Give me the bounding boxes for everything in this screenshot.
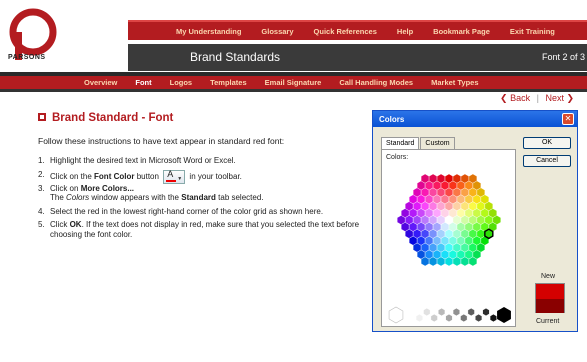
page-navigation: ❮ Back | Next ❯ xyxy=(500,93,574,104)
gray-swatch-hex[interactable] xyxy=(408,307,416,317)
top-nav: My Understanding Glossary Quick Referenc… xyxy=(128,20,587,40)
section-nav: Overview Font Logos Templates Email Sign… xyxy=(0,76,587,89)
intro-text: Follow these instructions to have text a… xyxy=(38,136,285,146)
chevron-right-icon: ❯ xyxy=(566,93,575,103)
topnav-help[interactable]: Help xyxy=(397,27,413,36)
gray-swatch-hex[interactable] xyxy=(415,313,423,323)
new-label: New xyxy=(541,273,556,280)
subnav-overview[interactable]: Overview xyxy=(84,78,117,87)
current-label: Current xyxy=(536,318,560,325)
gray-swatch-hex[interactable] xyxy=(430,313,438,323)
heading-text: Brand Standard - Font xyxy=(52,112,174,124)
colors-dialog: Colors ✕ Standard Custom Colors: OK Canc… xyxy=(372,110,578,332)
next-label: Next xyxy=(545,93,564,103)
black-swatch-hex[interactable] xyxy=(497,307,511,323)
page-counter: Font 2 of 3 xyxy=(541,52,585,62)
subnav-email-signature[interactable]: Email Signature xyxy=(265,78,322,87)
new-color-swatch xyxy=(536,284,564,299)
bullet-square-icon xyxy=(38,113,46,121)
topnav-exit-training[interactable]: Exit Training xyxy=(510,27,555,36)
font-color-icon: ▼ xyxy=(163,169,186,184)
gray-swatch-hex[interactable] xyxy=(489,313,497,323)
back-label: Back xyxy=(510,93,531,103)
app-window: PARSONS My Understanding Glossary Quick … xyxy=(0,0,587,362)
chevron-left-icon: ❮ xyxy=(500,93,508,103)
subnav-font[interactable]: Font xyxy=(135,78,151,87)
topnav-bookmark-page[interactable]: Bookmark Page xyxy=(433,27,490,36)
gray-swatch-hex[interactable] xyxy=(460,313,468,323)
standard-panel: Colors: xyxy=(381,149,516,327)
gray-swatch-hex[interactable] xyxy=(475,313,483,323)
subnav-call-handling-modes[interactable]: Call Handling Modes xyxy=(339,78,413,87)
back-button[interactable]: ❮ Back xyxy=(500,93,533,103)
page-title: Brand Standards xyxy=(190,50,281,64)
gray-swatch-hex[interactable] xyxy=(423,307,431,317)
logo-text: PARSONS xyxy=(8,54,46,61)
subnav-market-types[interactable]: Market Types xyxy=(431,78,478,87)
close-icon[interactable]: ✕ xyxy=(562,113,574,125)
topnav-quick-references[interactable]: Quick References xyxy=(314,27,377,36)
subnav-logos[interactable]: Logos xyxy=(170,78,193,87)
list-item: 1. Highlight the desired text in Microso… xyxy=(38,156,236,165)
list-item: 5. Click OK. If the text does not displa… xyxy=(38,220,360,239)
gray-swatch-hex[interactable] xyxy=(445,313,453,323)
color-swatch-hex[interactable] xyxy=(492,215,501,225)
ok-button[interactable]: OK xyxy=(523,137,571,149)
dialog-title: Colors xyxy=(379,115,405,124)
list-item: 4. Select the red in the lowest right-ha… xyxy=(38,206,324,216)
current-color-swatch xyxy=(536,299,564,313)
subnav-templates[interactable]: Templates xyxy=(210,78,247,87)
color-hexagon-grid[interactable] xyxy=(382,150,517,328)
gray-swatch-hex[interactable] xyxy=(438,307,446,317)
section-heading: Brand Standard - Font xyxy=(38,112,173,124)
dialog-tabs: Standard Custom xyxy=(381,137,456,149)
instruction-list: 1. Highlight the desired text in Microso… xyxy=(38,156,368,244)
gray-swatch-hex[interactable] xyxy=(482,307,490,317)
list-item: 3. Click on More Colors... The Colors wi… xyxy=(38,183,264,203)
nav-separator: | xyxy=(536,93,539,103)
cancel-button[interactable]: Cancel xyxy=(523,155,571,167)
title-bar: Brand Standards Font 2 of 3 xyxy=(128,44,587,71)
topnav-my-understanding[interactable]: My Understanding xyxy=(176,27,241,36)
tab-standard[interactable]: Standard xyxy=(381,137,420,149)
color-preview-swatch xyxy=(535,283,565,313)
next-button[interactable]: Next ❯ xyxy=(545,93,574,103)
list-item: 2. Click on the Font Color button ▼ in y… xyxy=(38,169,368,184)
tab-custom[interactable]: Custom xyxy=(420,137,455,149)
dialog-title-bar: Colors ✕ xyxy=(373,111,577,127)
gray-swatch-hex[interactable] xyxy=(452,307,460,317)
subnav-border xyxy=(0,89,587,92)
white-swatch-hex[interactable] xyxy=(388,306,404,324)
gray-swatch-hex[interactable] xyxy=(467,307,475,317)
topnav-glossary[interactable]: Glossary xyxy=(261,27,293,36)
